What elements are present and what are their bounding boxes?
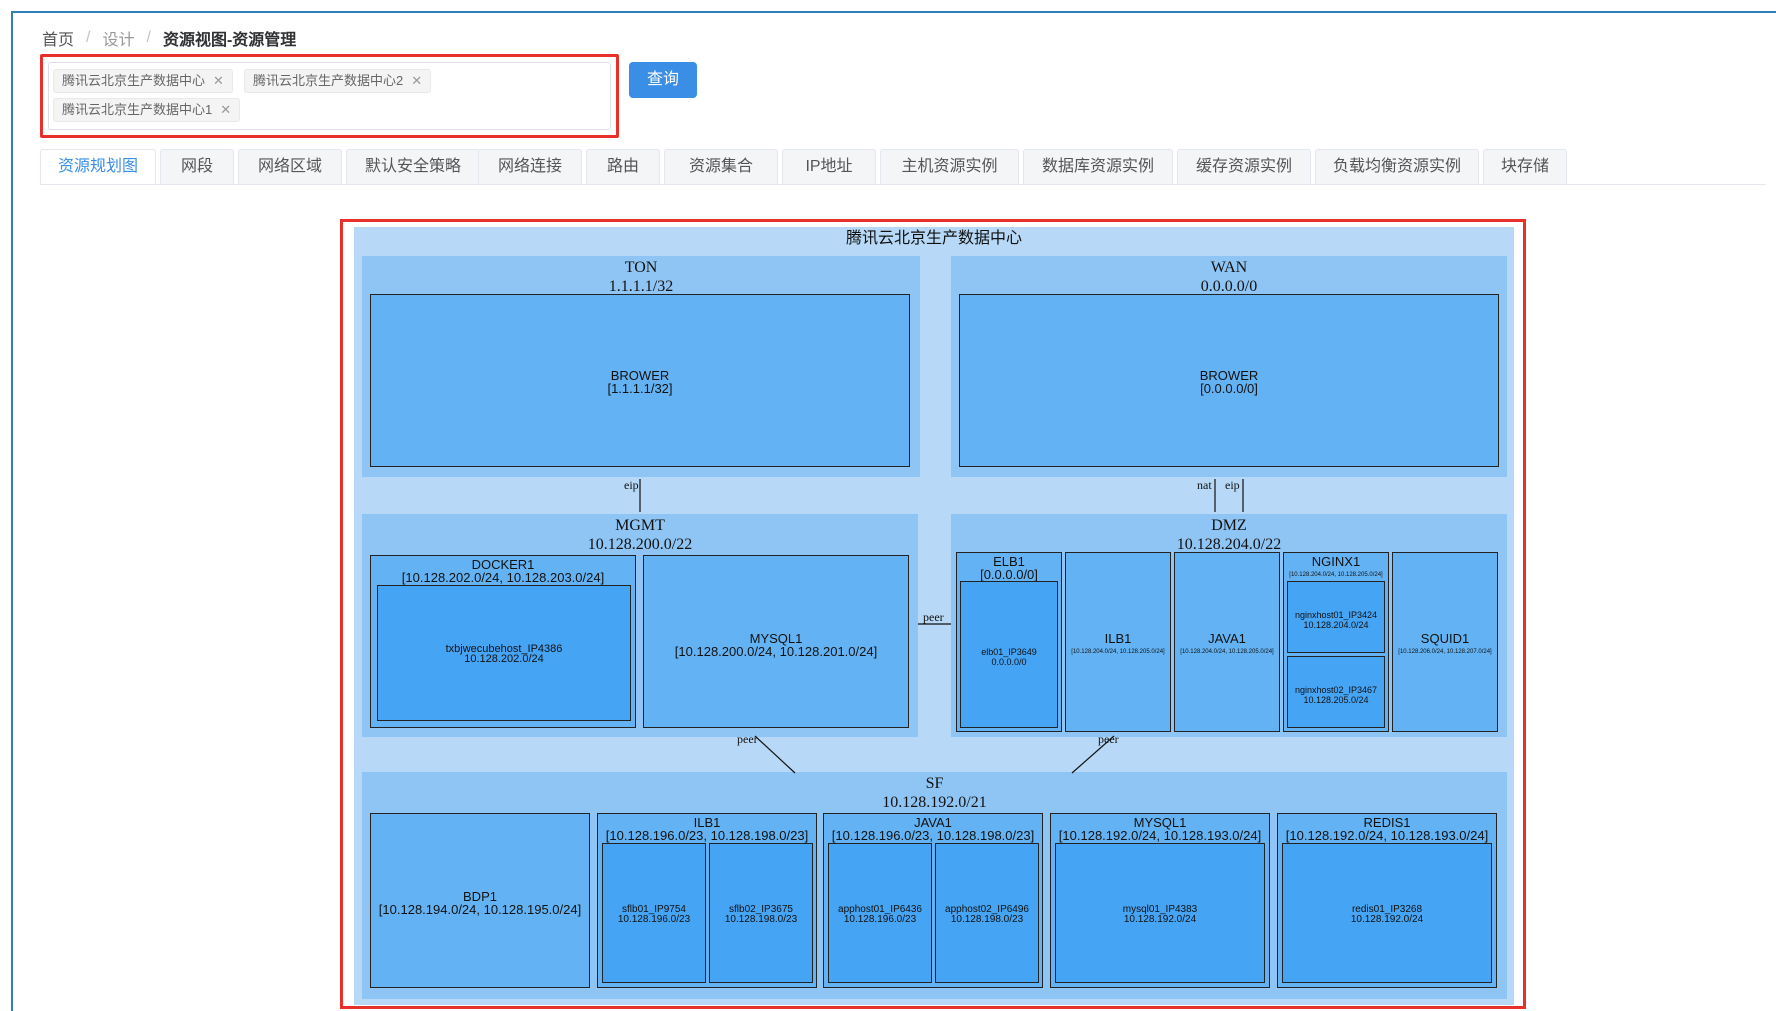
tab-block-storage[interactable]: 块存储 (1483, 149, 1567, 185)
datacenter-multiselect-highlight: 腾讯云北京生产数据中心 ✕ 腾讯云北京生产数据中心2 ✕ 腾讯云北京生产数据中心1 ✕ (40, 54, 619, 138)
diagram-highlight: 腾讯云北京生产数据中心 TON 1.1.1.1/32 BROWER [1.1.1… (340, 219, 1526, 1009)
tab-resource-set[interactable]: 资源集合 (664, 149, 778, 185)
link-label-peer: peer (923, 610, 944, 624)
breadcrumb-current: 资源视图-资源管理 (162, 32, 297, 49)
link-label-eip: eip (1225, 478, 1240, 492)
mgmt-sf-peer-link (754, 735, 796, 774)
breadcrumb-design[interactable]: 设计 (102, 26, 134, 50)
tab-host-instances[interactable]: 主机资源实例 (880, 149, 1019, 185)
tag-close-icon[interactable]: ✕ (213, 73, 224, 88)
tab-route[interactable]: 路由 (586, 149, 660, 185)
selected-tag: 腾讯云北京生产数据中心2 ✕ (244, 69, 432, 93)
link-label-peer: peer (1098, 732, 1119, 746)
breadcrumb-home[interactable]: 首页 (42, 26, 74, 50)
tag-label: 腾讯云北京生产数据中心1 (62, 102, 213, 117)
link-label-nat: nat (1197, 478, 1212, 492)
selected-tag: 腾讯云北京生产数据中心1 ✕ (53, 98, 241, 122)
breadcrumb-separator: / (86, 29, 91, 46)
selected-tag: 腾讯云北京生产数据中心 ✕ (53, 69, 233, 93)
tab-default-security-policy[interactable]: 默认安全策略 (346, 149, 480, 185)
link-label-peer: peer (737, 732, 758, 746)
tab-network-connection[interactable]: 网络连接 (478, 149, 582, 185)
link-label-eip: eip (624, 478, 639, 492)
tab-loadbalancer-instances[interactable]: 负载均衡资源实例 (1315, 149, 1479, 185)
tab-ip-address[interactable]: IP地址 (782, 149, 876, 185)
tag-label: 腾讯云北京生产数据中心2 (253, 73, 404, 88)
breadcrumb: 首页 / 设计 / 资源视图-资源管理 (42, 26, 296, 50)
tab-database-instances[interactable]: 数据库资源实例 (1023, 149, 1173, 185)
datacenter-multiselect[interactable]: 腾讯云北京生产数据中心 ✕ 腾讯云北京生产数据中心2 ✕ 腾讯云北京生产数据中心1 ✕ (48, 62, 611, 130)
tab-segment[interactable]: 网段 (160, 149, 234, 185)
tag-close-icon[interactable]: ✕ (220, 102, 231, 117)
tag-close-icon[interactable]: ✕ (411, 73, 422, 88)
tab-cache-instances[interactable]: 缓存资源实例 (1177, 149, 1311, 185)
tabs-divider (40, 184, 1766, 185)
breadcrumb-separator: / (146, 29, 151, 46)
tab-resource-plan[interactable]: 资源规划图 (40, 149, 156, 185)
query-button[interactable]: 查询 (629, 62, 697, 98)
tag-label: 腾讯云北京生产数据中心 (62, 73, 206, 88)
tab-network-zone[interactable]: 网络区域 (238, 149, 342, 185)
